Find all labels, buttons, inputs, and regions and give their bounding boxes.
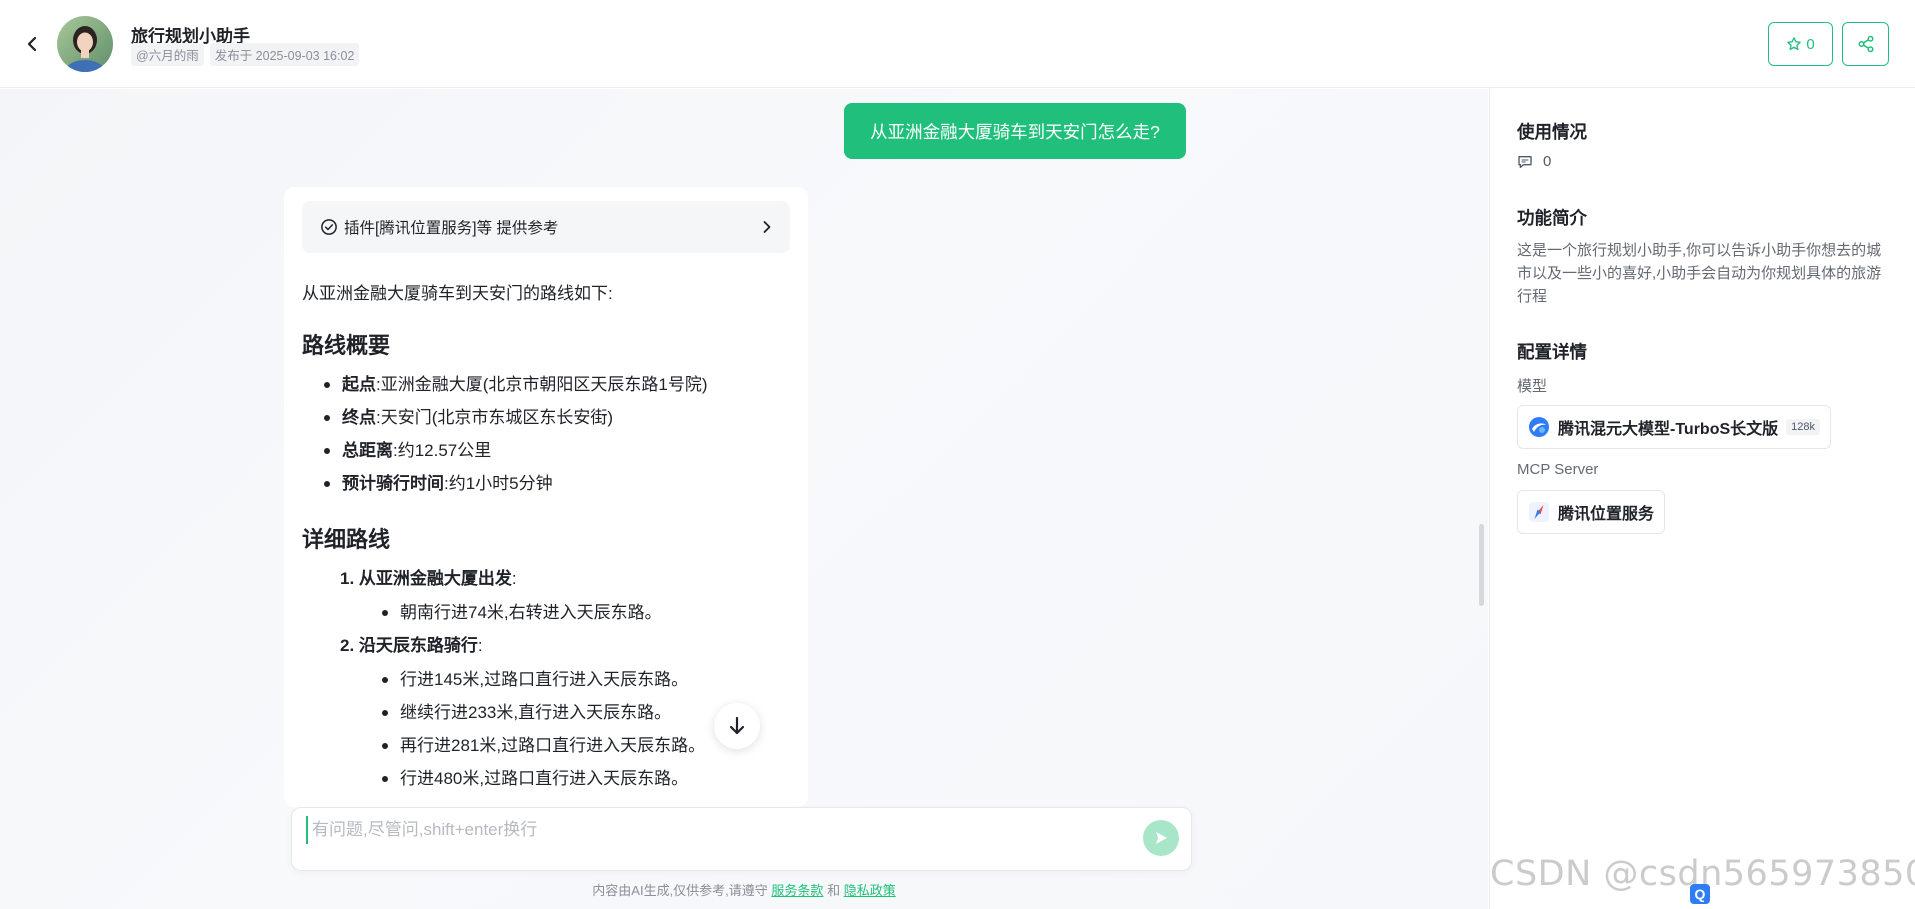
top-header: 旅行规划小助手 @六月的雨 发布于 2025-09-03 16:02 0: [0, 0, 1915, 88]
user-message: 从亚洲金融大厦骑车到天安门怎么走?: [844, 103, 1186, 159]
route-summary-list: 起点:亚洲金融大厦(北京市朝阳区天辰东路1号院) 终点:天安门(北京市东城区东长…: [324, 368, 792, 500]
step-colon: :: [477, 636, 483, 655]
share-icon: [1858, 35, 1873, 53]
mcp-server-name: 腾讯位置服务: [1558, 506, 1655, 523]
list-item: 行进480米,过路口直行进入天辰东路。: [382, 762, 792, 795]
list-item: 1. 从亚洲金融大厦出发: 朝南行进74米,右转进入天辰东路。: [340, 562, 792, 629]
privacy-link[interactable]: 隐私政策: [844, 883, 896, 898]
model-context-tag: 128k: [1786, 419, 1820, 435]
author-meta: @六月的雨 发布于 2025-09-03 16:02: [131, 43, 360, 66]
usage-stats: 0: [1517, 153, 1551, 170]
tray-q-icon[interactable]: Q: [1690, 884, 1710, 904]
hunyuan-logo-icon: [1529, 417, 1549, 437]
publish-date: 发布于 2025-09-03 16:02: [209, 43, 360, 66]
disclaimer: 内容由AI生成,仅供参考,请遵守 服务条款 和 隐私政策: [0, 880, 1488, 899]
intro-description: 这是一个旅行规划小助手,你可以告诉小助手你想去的城市以及一些小的喜好,小助手会自…: [1517, 242, 1882, 305]
detail-heading: 详细路线: [302, 527, 391, 552]
list-item: 终点:天安门(北京市东城区东长安街): [324, 401, 792, 434]
summary-value: :天安门(北京市东城区东长安街): [376, 408, 614, 427]
disclaimer-and: 和: [827, 883, 841, 898]
model-name: 腾讯混元大模型-TurboS长文版: [1558, 421, 1779, 438]
check-circle-icon: [321, 219, 337, 235]
step-number: 1.: [340, 569, 355, 588]
summary-label: 终点: [342, 408, 376, 427]
send-button[interactable]: [1143, 820, 1179, 856]
model-chip[interactable]: 腾讯混元大模型-TurboS长文版 128k: [1517, 405, 1831, 449]
summary-heading: 路线概要: [302, 333, 391, 358]
chevron-right-icon: [763, 221, 771, 233]
route-steps-list: 1. 从亚洲金融大厦出发: 朝南行进74米,右转进入天辰东路。 2. 沿天辰东路…: [340, 562, 792, 795]
avatar: [57, 16, 113, 72]
step-sublist: 朝南行进74米,右转进入天辰东路。: [382, 596, 792, 629]
usage-heading: 使用情况: [1517, 122, 1587, 142]
chat-scrollbar[interactable]: [1479, 524, 1484, 606]
star-icon: [1787, 37, 1802, 51]
terms-link[interactable]: 服务条款: [771, 883, 823, 898]
location-service-icon: [1529, 502, 1549, 522]
info-panel: 使用情况 0 功能简介 这是一个旅行规划小助手,你可以告诉小助手你想去的城市以及…: [1489, 89, 1915, 909]
favorite-count: 0: [1806, 35, 1815, 53]
config-heading: 配置详情: [1517, 342, 1587, 362]
summary-value: :约12.57公里: [393, 441, 492, 460]
share-button[interactable]: [1842, 22, 1889, 66]
usage-count: 0: [1543, 153, 1552, 170]
chat-area: 从亚洲金融大厦骑车到天安门怎么走? 插件[腾讯位置服务]等 提供参考 从亚洲金融…: [0, 89, 1488, 909]
summary-label: 起点: [342, 375, 376, 394]
list-item: 起点:亚洲金融大厦(北京市朝阳区天辰东路1号院): [324, 368, 792, 401]
disclaimer-text: 内容由AI生成,仅供参考,请遵守: [592, 883, 768, 898]
summary-label: 预计骑行时间: [342, 474, 444, 493]
list-item: 预计骑行时间:约1小时5分钟: [324, 467, 792, 500]
step-colon: :: [511, 569, 517, 588]
mcp-label: MCP Server: [1517, 461, 1599, 478]
model-label: 模型: [1517, 378, 1548, 395]
list-item: 朝南行进74米,右转进入天辰东路。: [382, 596, 792, 629]
scroll-to-bottom-button[interactable]: [714, 703, 760, 749]
step-number: 2.: [340, 636, 355, 655]
step-title: 从亚洲金融大厦出发: [358, 569, 512, 588]
message-input[interactable]: [306, 816, 1106, 844]
summary-value: :约1小时5分钟: [444, 474, 553, 493]
comment-icon: [1518, 155, 1532, 168]
list-item: 总距离:约12.57公里: [324, 434, 792, 467]
message-input-box: [291, 807, 1192, 871]
back-button[interactable]: [20, 30, 44, 58]
send-icon: [1156, 832, 1167, 844]
answer-intro: 从亚洲金融大厦骑车到天安门的路线如下:: [302, 284, 613, 303]
mcp-server-chip[interactable]: 腾讯位置服务: [1517, 490, 1666, 534]
favorite-button[interactable]: 0: [1768, 22, 1833, 66]
summary-label: 总距离: [342, 441, 393, 460]
summary-value: :亚洲金融大厦(北京市朝阳区天辰东路1号院): [376, 375, 708, 394]
plugin-note: 插件[腾讯位置服务]等 提供参考: [344, 220, 559, 237]
plugin-reference-toggle[interactable]: 插件[腾讯位置服务]等 提供参考: [302, 201, 790, 253]
list-item: 行进145米,过路口直行进入天辰东路。: [382, 663, 792, 696]
intro-heading: 功能简介: [1517, 208, 1587, 228]
floating-tray: Q: [1690, 884, 1710, 904]
chevron-left-icon: [27, 36, 37, 52]
author-name[interactable]: @六月的雨: [131, 43, 204, 66]
step-title: 沿天辰东路骑行: [358, 636, 478, 655]
arrow-down-icon: [729, 716, 745, 735]
